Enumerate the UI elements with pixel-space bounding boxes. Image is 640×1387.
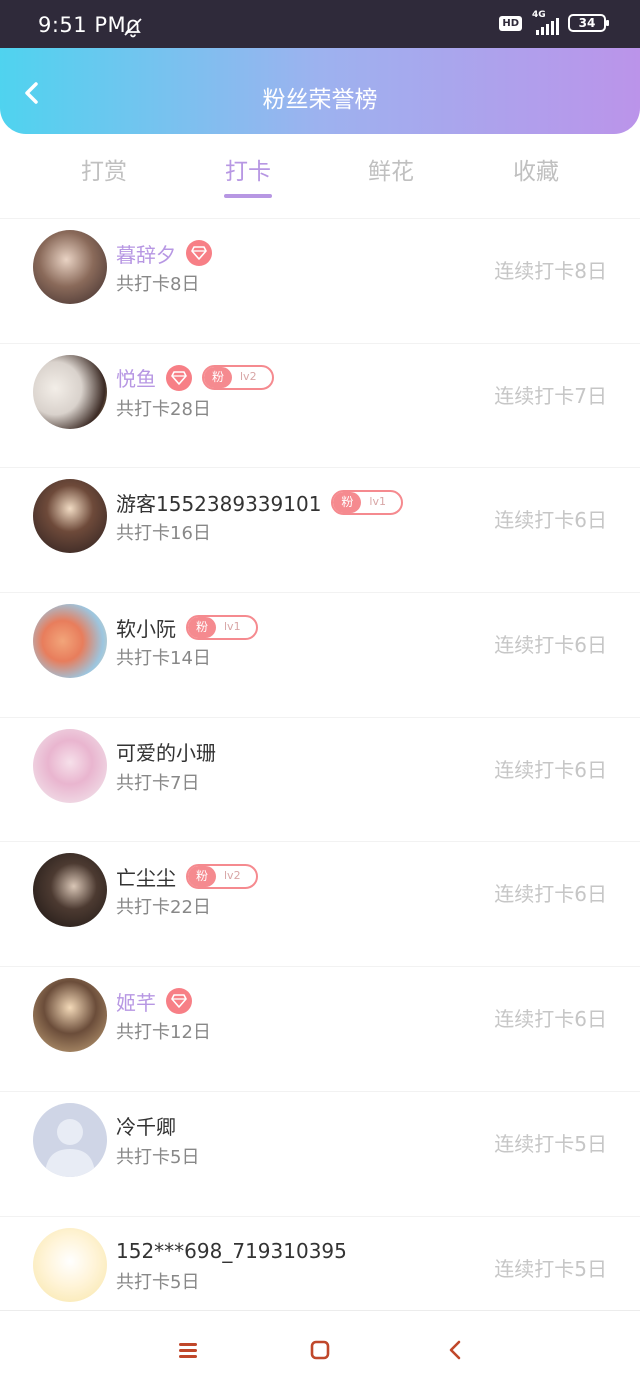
avatar[interactable] [33,230,107,304]
consecutive-checkin-text: 连续打卡6日 [494,508,607,533]
consecutive-checkin-text: 连续打卡6日 [494,882,607,907]
status-time: 9:51 PM [38,13,127,37]
avatar[interactable] [33,1227,107,1302]
tab-checkin[interactable]: 打卡 [188,152,308,186]
user-name: 姬芊 [116,990,156,1015]
consecutive-checkin-text: 连续打卡6日 [494,757,607,782]
user-name: 可爱的小珊 [116,741,216,766]
status-bar: 9:51 PM HD 4G 34 [0,0,640,48]
avatar[interactable] [33,1102,107,1177]
user-name: 悦鱼 [116,367,156,392]
diamond-icon [166,988,192,1015]
fan-level-badge: 粉 lv2 [202,365,274,391]
user-name: 软小阮 [116,616,176,641]
fan-level-badge: 粉 lv1 [331,489,404,515]
consecutive-checkin-text: 连续打卡6日 [494,1007,607,1032]
fan-badge-level: lv2 [240,370,257,384]
total-checkin-text: 共打卡5日 [116,1146,200,1168]
avatar[interactable] [33,728,107,803]
consecutive-checkin-text: 连续打卡7日 [494,383,607,408]
tab-flowers[interactable]: 鲜花 [331,152,451,186]
back-nav-icon[interactable] [443,1337,469,1363]
diamond-icon [166,364,192,391]
system-nav-bar [0,1310,640,1387]
fan-badge-label: 粉 [188,616,216,638]
fan-list: 暮辞夕 共打卡8日 连续打卡8日 悦鱼粉 lv2 共打卡28日 连续打卡7日 游客155238… [0,218,640,1340]
name-line: 152***698_719310395 [116,1237,347,1265]
home-icon[interactable] [307,1337,333,1363]
page-header: 粉丝荣誉榜 [0,48,640,134]
fan-badge-label: 粉 [204,367,232,389]
total-checkin-text: 共打卡22日 [116,897,211,919]
hd-icon: HD [499,15,522,31]
consecutive-checkin-text: 连续打卡6日 [494,633,607,658]
fan-badge-label: 粉 [188,865,216,887]
diamond-icon [186,240,212,266]
total-checkin-text: 共打卡5日 [116,1271,200,1293]
user-name: 暮辞夕 [116,242,176,267]
name-line: 亡尘尘粉 lv2 [116,862,258,890]
fan-badge-level: lv1 [369,494,386,508]
tab-favorites[interactable]: 收藏 [476,152,596,186]
total-checkin-text: 共打卡8日 [116,274,200,295]
list-item[interactable]: 软小阮粉 lv1 共打卡14日 连续打卡6日 [0,592,640,717]
avatar[interactable] [33,604,107,679]
name-line: 暮辞夕 [116,239,212,267]
name-line: 可爱的小珊 [116,738,216,766]
user-name: 152***698_719310395 [116,1238,347,1263]
list-item[interactable]: 悦鱼 粉 lv2 共打卡28日 连续打卡7日 [0,342,640,468]
total-checkin-text: 共打卡7日 [116,772,200,794]
fan-badge-label: 粉 [333,491,362,513]
total-checkin-text: 共打卡28日 [116,398,211,420]
page-title: 粉丝荣誉榜 [262,87,378,113]
avatar[interactable] [33,978,107,1053]
tab-reward[interactable]: 打赏 [44,152,164,186]
list-item[interactable]: 游客1552389339101 粉 lv1 共打卡16日 连续打卡6日 [0,467,640,592]
bell-off-icon [124,18,142,38]
active-tab-indicator [224,194,272,198]
total-checkin-text: 共打卡14日 [116,648,211,670]
status-icons: HD 4G 34 [499,10,609,35]
avatar[interactable] [33,354,107,429]
consecutive-checkin-text: 连续打卡5日 [494,1131,607,1156]
list-item[interactable]: 冷千卿共打卡5日 连续打卡5日 [0,1090,640,1216]
list-item[interactable]: 可爱的小珊共打卡7日 连续打卡6日 [0,716,640,842]
name-line: 姬芊 [116,987,192,1015]
fan-badge-level: lv2 [224,868,241,882]
name-line: 软小阮粉 lv1 [116,613,258,641]
name-line: 悦鱼 粉 lv2 [116,364,274,392]
list-item[interactable]: 姬芊共打卡12日 连续打卡6日 [0,966,640,1091]
total-checkin-text: 共打卡12日 [116,1022,211,1044]
menu-icon[interactable] [175,1337,201,1363]
avatar[interactable] [33,853,107,928]
user-name: 冷千卿 [116,1115,176,1140]
signal-icon: 4G [532,10,559,35]
list-item[interactable]: 亡尘尘粉 lv2 共打卡22日 连续打卡6日 [0,841,640,966]
consecutive-checkin-text: 连续打卡5日 [494,1256,607,1281]
name-line: 冷千卿 [116,1112,176,1140]
user-name: 亡尘尘 [116,865,176,890]
fan-badge-level: lv1 [224,619,241,633]
avatar[interactable] [33,479,107,554]
name-line: 游客1552389339101 粉 lv1 [116,488,404,516]
battery-icon: 34 [568,14,609,32]
list-item[interactable]: 暮辞夕共打卡8日 连续打卡8日 [0,218,640,343]
fan-level-badge: 粉 lv2 [186,863,258,889]
consecutive-checkin-text: 连续打卡8日 [494,259,607,283]
total-checkin-text: 共打卡16日 [116,523,211,545]
user-name: 游客1552389339101 [116,491,322,516]
tab-bar: 打赏 打卡 鲜花 收藏 [0,134,640,218]
fan-level-badge: 粉 lv1 [186,614,258,640]
